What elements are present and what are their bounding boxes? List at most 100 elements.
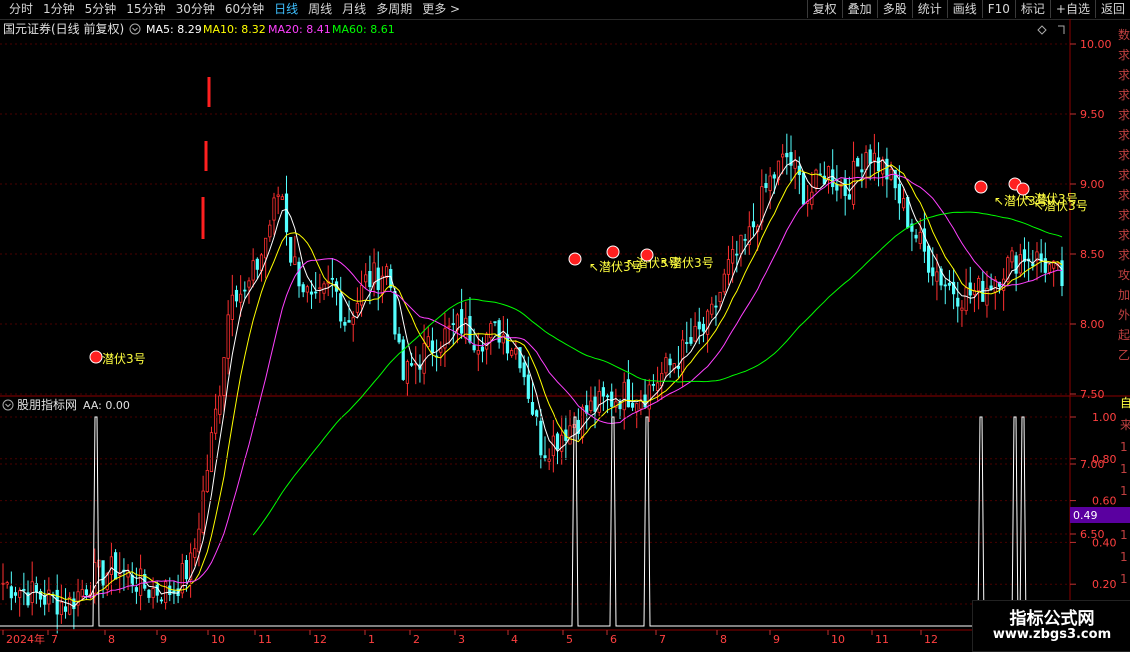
diamond-icon[interactable]: [1037, 25, 1047, 35]
toolbar-button-8[interactable]: 返回: [1094, 0, 1130, 18]
date-tick: 7: [51, 633, 58, 646]
tab-more[interactable]: 更多 >: [417, 2, 465, 17]
toolbar-button-1[interactable]: 叠加: [841, 0, 877, 18]
toolbar-button-0[interactable]: 复权: [806, 0, 842, 18]
candle-body: [422, 343, 426, 374]
side-char: 求: [1118, 208, 1130, 222]
kline-chart[interactable]: 潜伏3号↖潜伏3号↖潜伏3号↖潜伏3号↖潜伏3号↖潜伏3号↖潜伏3号 10.00…: [0, 19, 1130, 650]
side-char: 求: [1118, 68, 1130, 82]
side-char: 求: [1118, 168, 1130, 182]
candle-body: [405, 361, 410, 384]
candle-body: [480, 346, 485, 352]
toolbar-button-7[interactable]: +自选: [1049, 0, 1095, 18]
limit-up-bar: [201, 197, 205, 239]
candle-body: [956, 297, 960, 307]
price-tick: 9.00: [1080, 178, 1105, 191]
candle-body: [735, 253, 739, 256]
side-char: 1: [1120, 440, 1128, 454]
candle-body: [689, 337, 693, 344]
indicator-tick: 0.40: [1092, 536, 1117, 549]
toolbar-button-5[interactable]: F10: [981, 0, 1015, 18]
candle-body: [785, 152, 789, 158]
tab-1[interactable]: 1分钟: [38, 2, 80, 17]
candle-body: [668, 358, 672, 366]
side-char: 求: [1118, 228, 1130, 242]
candle-body: [635, 403, 639, 412]
candle-body: [514, 348, 518, 355]
toolbar-button-3[interactable]: 统计: [911, 0, 947, 18]
candle-body: [305, 286, 309, 293]
candle-body: [34, 583, 38, 593]
candle-body: [914, 234, 918, 239]
signal-icon: [89, 350, 103, 364]
candle-body: [864, 152, 868, 171]
collapse-icon[interactable]: [129, 23, 141, 35]
candle-body: [793, 160, 797, 169]
candle-body: [547, 458, 551, 462]
candle-body: [284, 193, 289, 233]
candle-body: [276, 194, 280, 197]
candle-body: [251, 260, 255, 281]
tab-4[interactable]: 30分钟: [171, 2, 220, 17]
limit-up-bar: [204, 141, 208, 171]
candle-body: [309, 291, 314, 295]
candle-body: [843, 178, 847, 196]
tab-0[interactable]: 分时: [4, 2, 38, 17]
candle-body: [501, 334, 505, 344]
price-tick: 7.50: [1080, 388, 1105, 401]
side-char: 1: [1120, 572, 1128, 586]
date-tick: 10: [831, 633, 845, 646]
candle-body: [539, 420, 543, 456]
candle-body: [847, 194, 851, 200]
candle-body: [230, 294, 234, 320]
aa-label: AA: 0.00: [83, 399, 130, 412]
candle-body: [18, 590, 22, 598]
date-tick: 7: [659, 633, 666, 646]
candle-body: [1, 582, 5, 585]
candle-body: [926, 245, 931, 273]
candle-body: [272, 197, 276, 221]
candle-body: [451, 323, 455, 325]
tab-7[interactable]: 周线: [303, 2, 337, 17]
tab-8[interactable]: 月线: [337, 2, 371, 17]
candle-body: [247, 280, 251, 288]
candle-body: [168, 585, 172, 595]
candle-body: [409, 363, 414, 366]
candle-body: [55, 589, 59, 615]
corner-icon[interactable]: [1058, 25, 1065, 34]
candle-body: [159, 599, 164, 602]
indicator-legend: 股朋指标网 AA: 0.00: [2, 397, 130, 412]
candle-body: [726, 259, 731, 275]
indicator-tick: 1.00: [1092, 411, 1117, 424]
collapse-icon[interactable]: [2, 399, 14, 411]
tab-3[interactable]: 15分钟: [121, 2, 170, 17]
candle-body: [651, 384, 656, 386]
candle-body: [376, 267, 380, 290]
date-tick: 1: [368, 633, 375, 646]
candle-body: [209, 432, 214, 472]
candle-body: [318, 287, 322, 290]
indicator-tick: 0.20: [1092, 578, 1117, 591]
candle-body: [1047, 264, 1052, 273]
candle-body: [555, 433, 560, 450]
ma5-label: MA5: 8.29: [146, 23, 202, 36]
tab-9[interactable]: 多周期: [371, 2, 417, 17]
toolbar-button-6[interactable]: 标记: [1014, 0, 1050, 18]
tab-5[interactable]: 60分钟: [220, 2, 269, 17]
side-char: 外: [1118, 308, 1130, 322]
candle-body: [101, 560, 105, 586]
toolbar-button-4[interactable]: 画线: [946, 0, 982, 18]
tab-2[interactable]: 5分钟: [80, 2, 122, 17]
candle-body: [460, 309, 464, 334]
candle-body: [751, 221, 756, 228]
candlesticks: [1, 77, 1064, 634]
candle-body: [718, 291, 722, 302]
candle-body: [205, 470, 209, 492]
side-char: 1: [1120, 550, 1128, 564]
side-char: 来: [1120, 418, 1130, 432]
side-char: 求: [1118, 88, 1130, 102]
candle-body: [239, 293, 243, 303]
candle-body: [368, 270, 372, 288]
tab-6[interactable]: 日线: [269, 2, 303, 17]
toolbar-button-2[interactable]: 多股: [876, 0, 912, 18]
